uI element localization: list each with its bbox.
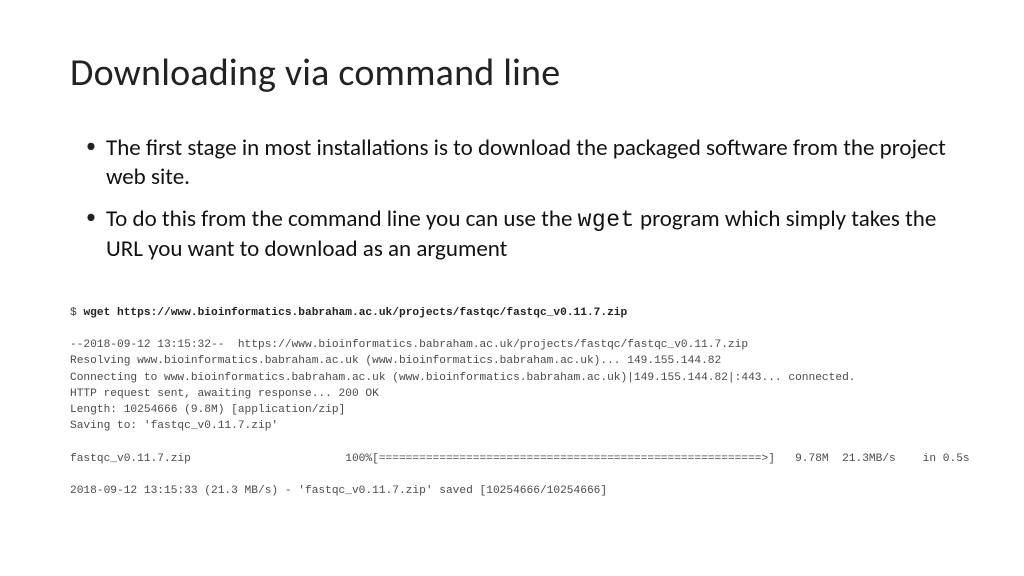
bullet-item: The first stage in most installations is… xyxy=(90,134,954,193)
terminal-block: $ wget https://www.bioinformatics.babrah… xyxy=(70,305,954,500)
terminal-command: wget https://www.bioinformatics.babraham… xyxy=(83,307,627,319)
slide-title: Downloading via command line xyxy=(70,50,954,96)
terminal-prompt: $ xyxy=(70,307,83,319)
bullet-text: The first stage in most installations is… xyxy=(106,134,946,191)
slide: Downloading via command line The first s… xyxy=(0,0,1024,576)
bullet-list: The first stage in most installations is… xyxy=(70,134,954,265)
inline-code: wget xyxy=(578,207,635,233)
bullet-item: To do this from the command line you can… xyxy=(90,205,954,265)
terminal-command-line: $ wget https://www.bioinformatics.babrah… xyxy=(70,307,627,319)
bullet-text-pre: To do this from the command line you can… xyxy=(106,205,578,233)
terminal-output: --2018-09-12 13:15:32-- https://www.bioi… xyxy=(70,339,970,497)
